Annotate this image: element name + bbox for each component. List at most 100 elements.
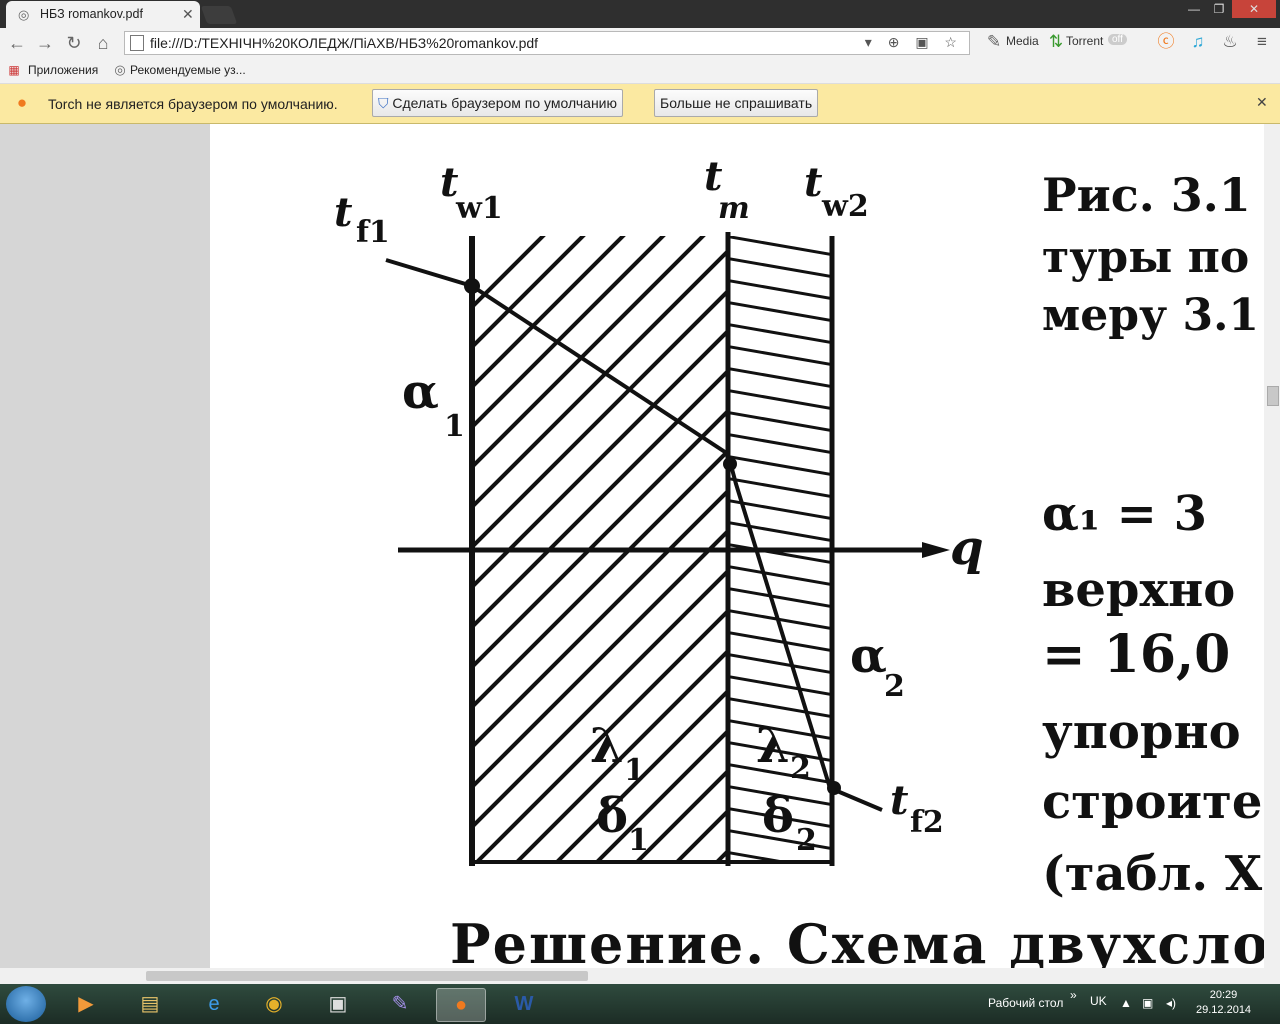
reload-icon[interactable]: ↻ bbox=[63, 32, 85, 54]
new-tab-button[interactable] bbox=[200, 6, 238, 24]
label-tf1: t bbox=[334, 189, 353, 236]
address-bar[interactable]: file:///D:/ТЕХНІЧН%20КОЛЕДЖ/ПіАХВ/НБЗ%20… bbox=[124, 31, 970, 55]
torch-browser-taskbar-icon[interactable]: ● bbox=[436, 988, 486, 1022]
label-lambda1: λ bbox=[590, 718, 624, 774]
camera-icon[interactable]: ▣ bbox=[314, 988, 362, 1020]
media-extension-label[interactable]: Media bbox=[1006, 34, 1039, 48]
solution-heading: Решение. Схема двухсло bbox=[450, 912, 1264, 968]
pdf-viewer[interactable]: t f1 t w1 t m t w2 t f2 α 1 α 2 λ 1 λ 2 … bbox=[0, 124, 1264, 968]
point-tw1 bbox=[464, 278, 480, 294]
bookmark-recommended[interactable]: Рекомендуемые уз... bbox=[130, 63, 246, 77]
media-player-icon[interactable]: ▶ bbox=[62, 988, 110, 1020]
close-window-button[interactable]: ✕ bbox=[1232, 0, 1276, 18]
menu-icon[interactable]: ≡ bbox=[1252, 32, 1272, 52]
wall-2-hatching bbox=[730, 236, 832, 864]
expand-chevron-icon[interactable]: » bbox=[1070, 988, 1077, 1002]
label-alpha2: α bbox=[850, 628, 887, 684]
page-icon bbox=[130, 35, 144, 51]
vertical-scroll-thumb[interactable] bbox=[1267, 386, 1279, 406]
label-delta2-sub: 2 bbox=[796, 823, 817, 858]
language-indicator[interactable]: UK bbox=[1090, 994, 1107, 1008]
label-lambda2: λ bbox=[756, 718, 790, 774]
label-tm-sub: m bbox=[718, 191, 750, 226]
back-arrow-icon[interactable]: ← bbox=[6, 32, 28, 54]
apps-grid-icon: ▦ bbox=[8, 63, 20, 77]
system-clock[interactable]: 20:29 29.12.2014 bbox=[1196, 988, 1251, 1018]
torrent-icon[interactable]: ⇅ bbox=[1046, 32, 1066, 52]
vertical-scrollbar[interactable] bbox=[1264, 124, 1280, 968]
label-delta1-sub: 1 bbox=[628, 823, 649, 858]
infobar-message: Torch не является браузером по умолчанию… bbox=[48, 96, 338, 112]
torch-ext-icon[interactable]: ⓒ bbox=[1156, 32, 1176, 52]
text-line-7: упорно bbox=[1042, 704, 1241, 760]
shield-icon: ⛉ bbox=[378, 95, 393, 111]
text-line-8: строите bbox=[1042, 774, 1263, 830]
clock-time: 20:29 bbox=[1209, 989, 1238, 1001]
label-tw1-sub: w1 bbox=[455, 191, 503, 226]
home-icon[interactable]: ⌂ bbox=[92, 32, 114, 54]
browser-tab[interactable]: ◎ НБЗ romankov.pdf ✕ bbox=[6, 1, 200, 28]
media-icon[interactable]: ✎ bbox=[984, 32, 1004, 52]
label-alpha1: α bbox=[402, 364, 439, 420]
clock-date: 29.12.2014 bbox=[1196, 1004, 1252, 1016]
infobar-close-icon[interactable]: ✕ bbox=[1256, 94, 1268, 111]
label-alpha1-sub: 1 bbox=[444, 409, 465, 444]
label-tf1-sub: f1 bbox=[356, 215, 390, 250]
label-tw2: t bbox=[804, 159, 823, 206]
text-line-5: верхно bbox=[1042, 562, 1236, 618]
dont-ask-button[interactable]: Больше не спрашивать bbox=[654, 89, 819, 117]
ie-icon[interactable]: e bbox=[190, 988, 238, 1020]
start-button[interactable] bbox=[6, 986, 46, 1022]
tab-close-icon[interactable]: ✕ bbox=[182, 6, 194, 23]
torch-tab-icon: ◎ bbox=[18, 7, 30, 22]
label-tf2: t bbox=[890, 777, 909, 824]
chrome-icon[interactable]: ◉ bbox=[250, 988, 298, 1020]
make-default-label: Сделать браузером по умолчанию bbox=[392, 95, 617, 111]
recommended-icon: ◎ bbox=[114, 62, 126, 77]
torch-menu-icon[interactable]: ♨ bbox=[1220, 32, 1240, 52]
label-q: q bbox=[950, 520, 984, 576]
word-icon[interactable]: W bbox=[500, 988, 548, 1020]
bookmarks-bar: ▦ Приложения ◎ Рекомендуемые уз... bbox=[0, 58, 1280, 84]
minimize-button[interactable]: — bbox=[1182, 0, 1206, 18]
tray-arrow-icon[interactable]: ▲ bbox=[1120, 996, 1132, 1010]
q-axis-arrow bbox=[922, 542, 950, 558]
bookmark-apps[interactable]: Приложения bbox=[28, 63, 98, 77]
label-tw2-sub: w2 bbox=[821, 189, 869, 224]
windows-taskbar: ▶ ▤ e ◉ ▣ ✎ ● W Рабочий стол » UK ▲ ▣ ◂)… bbox=[0, 984, 1280, 1024]
text-line-4: α₁ = 3 bbox=[1042, 486, 1207, 542]
label-lambda2-sub: 2 bbox=[790, 751, 811, 786]
title-bar: ◎ НБЗ romankov.pdf ✕ — ❐ ✕ bbox=[0, 0, 1280, 28]
tab-title: НБЗ romankov.pdf bbox=[40, 7, 143, 21]
pen-app-icon[interactable]: ✎ bbox=[376, 988, 424, 1020]
torrent-extension-label[interactable]: Torrent bbox=[1066, 34, 1103, 48]
pdf-page: t f1 t w1 t m t w2 t f2 α 1 α 2 λ 1 λ 2 … bbox=[210, 124, 1264, 968]
explorer-icon[interactable]: ▤ bbox=[126, 988, 174, 1020]
text-line-2: туры по bbox=[1042, 232, 1250, 283]
restore-button[interactable]: ❐ bbox=[1207, 0, 1231, 18]
network-icon[interactable]: ▣ bbox=[1142, 996, 1153, 1010]
headphones-icon[interactable]: ♫ bbox=[1188, 32, 1208, 52]
toolbar: ← → ↻ ⌂ file:///D:/ТЕХНІЧН%20КОЛЕДЖ/ПіАХ… bbox=[0, 28, 1280, 58]
omnibox-action-icons[interactable]: ▾ ⊕ ▣ ☆ bbox=[865, 34, 963, 51]
forward-arrow-icon[interactable]: → bbox=[34, 32, 56, 54]
label-delta2: δ bbox=[762, 788, 794, 844]
label-alpha2-sub: 2 bbox=[884, 669, 905, 704]
point-tm bbox=[723, 457, 737, 471]
desktop-toolbar-label[interactable]: Рабочий стол bbox=[988, 996, 1063, 1010]
text-line-9: (табл. Х bbox=[1042, 846, 1263, 902]
torch-logo-icon: ● bbox=[16, 93, 28, 112]
label-lambda1-sub: 1 bbox=[624, 753, 645, 788]
text-line-3: меру 3.1 bbox=[1042, 290, 1260, 341]
url-text[interactable]: file:///D:/ТЕХНІЧН%20КОЛЕДЖ/ПіАХВ/НБЗ%20… bbox=[150, 35, 538, 51]
volume-icon[interactable]: ◂) bbox=[1166, 996, 1176, 1010]
horizontal-scrollbar[interactable] bbox=[0, 968, 1280, 984]
default-browser-infobar: ● Torch не является браузером по умолчан… bbox=[0, 84, 1280, 124]
text-line-1: Рис. 3.1 bbox=[1042, 168, 1251, 222]
point-tw2 bbox=[827, 781, 841, 795]
make-default-button[interactable]: ⛉ Сделать браузером по умолчанию bbox=[372, 89, 623, 117]
horizontal-scroll-thumb[interactable] bbox=[146, 971, 588, 981]
label-delta1: δ bbox=[596, 788, 628, 844]
label-tf2-sub: f2 bbox=[910, 805, 944, 840]
torrent-toggle[interactable]: off bbox=[1108, 34, 1127, 45]
